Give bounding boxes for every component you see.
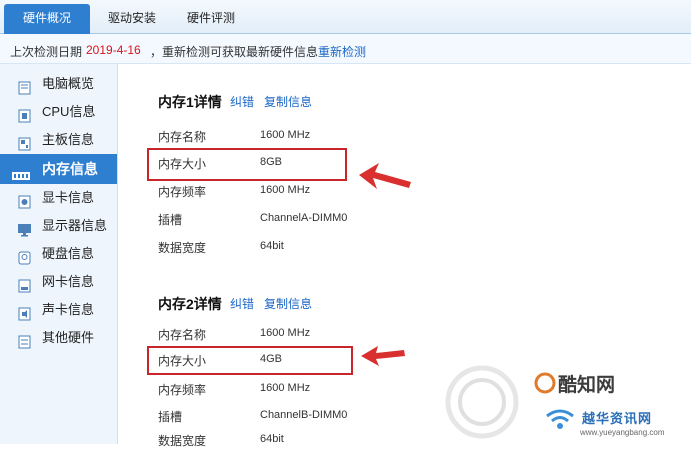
motherboard-icon xyxy=(18,133,31,151)
sidebar-item-other-hardware[interactable]: 其他硬件 xyxy=(0,324,117,352)
row-value: 1600 MHz xyxy=(260,327,311,339)
sidebar-item-label: 其他硬件 xyxy=(42,330,95,345)
other-hardware-icon xyxy=(18,331,31,349)
row-value: 64bit xyxy=(260,240,284,252)
last-check-label: 上次检测日期 xyxy=(10,45,83,59)
sidebar-item-gpu[interactable]: 显卡信息 xyxy=(0,184,117,212)
sidebar-item-label: 硬盘信息 xyxy=(42,246,95,261)
sidebar-item-label: 主板信息 xyxy=(42,132,95,147)
redetect-link[interactable]: 重新检测 xyxy=(318,43,366,60)
watermark-wifi-icon xyxy=(546,409,574,429)
sidebar-item-sound-card[interactable]: 声卡信息 xyxy=(0,296,117,324)
last-check-hint: ，重新检测可获取最新硬件信息 xyxy=(150,45,319,59)
copy-info-link[interactable]: 复制信息 xyxy=(264,93,312,110)
sidebar-item-pc-overview[interactable]: 电脑概览 xyxy=(0,70,117,98)
gpu-icon xyxy=(18,191,31,209)
network-card-icon xyxy=(18,275,31,293)
sidebar-item-network-card[interactable]: 网卡信息 xyxy=(0,268,117,296)
sidebar-item-motherboard[interactable]: 主板信息 xyxy=(0,126,117,154)
section-title: 内存1详情 xyxy=(158,94,222,110)
watermark-url: www.yueyangbang.com xyxy=(580,428,665,437)
row-label: 插槽 xyxy=(158,213,183,227)
highlight-box xyxy=(147,148,347,181)
arrow-left-icon xyxy=(361,346,405,366)
row-label: 内存频率 xyxy=(158,383,207,397)
sidebar-item-label: 内存信息 xyxy=(42,161,98,177)
sidebar-item-label: 显示器信息 xyxy=(42,218,108,233)
sidebar-item-label: 网卡信息 xyxy=(42,274,95,289)
row-value: ChannelB-DIMM0 xyxy=(260,409,348,421)
last-check-bar: 上次检测日期 2019-4-16 ，重新检测可获取最新硬件信息 重新检测 xyxy=(0,34,691,64)
row-label: 内存频率 xyxy=(158,185,207,199)
report-error-link[interactable]: 纠错 xyxy=(230,295,254,312)
report-error-link[interactable]: 纠错 xyxy=(230,93,254,110)
sidebar: 电脑概览 CPU信息 主板信息 内存信息 显卡信息 显示器信息 硬盘信息 网卡信… xyxy=(0,64,118,444)
sidebar-item-disk[interactable]: 硬盘信息 xyxy=(0,240,117,268)
last-check-date: 2019-4-16 xyxy=(86,43,141,57)
row-value: 1600 MHz xyxy=(260,129,311,141)
watermark-logo-icon xyxy=(534,372,556,394)
copy-info-link[interactable]: 复制信息 xyxy=(264,295,312,312)
row-label: 数据宽度 xyxy=(158,241,207,255)
sidebar-item-cpu[interactable]: CPU信息 xyxy=(0,98,117,126)
watermark-circle-icon xyxy=(445,365,519,439)
sound-card-icon xyxy=(18,303,31,321)
row-label: 内存名称 xyxy=(158,328,207,342)
top-tab-bar: 硬件概况 驱动安装 硬件评测 xyxy=(0,0,691,35)
arrow-left-icon xyxy=(359,163,411,189)
display-icon xyxy=(18,219,31,237)
sidebar-item-label: 声卡信息 xyxy=(42,302,95,317)
watermark-text: 酷知网 xyxy=(558,375,616,396)
disk-icon xyxy=(18,247,31,265)
row-value: ChannelA-DIMM0 xyxy=(260,212,348,224)
row-value: 64bit xyxy=(260,433,284,445)
sidebar-item-memory[interactable]: 内存信息 xyxy=(0,154,117,184)
row-value: 1600 MHz xyxy=(260,184,311,196)
watermark-site-name: 越华资讯网 xyxy=(582,411,653,426)
memory-icon xyxy=(12,163,30,180)
watermark: 酷知网 越华资讯网 www.yueyangbang.com xyxy=(434,362,691,444)
cpu-icon xyxy=(18,105,31,123)
tab-hardware-benchmark[interactable]: 硬件评测 xyxy=(172,4,250,34)
row-label: 插槽 xyxy=(158,410,183,424)
tab-hardware-overview[interactable]: 硬件概况 xyxy=(4,4,90,35)
highlight-box xyxy=(147,346,353,375)
row-label: 数据宽度 xyxy=(158,434,207,448)
row-label: 内存名称 xyxy=(158,130,207,144)
row-value: 1600 MHz xyxy=(260,382,311,394)
sidebar-item-label: CPU信息 xyxy=(42,104,96,119)
sidebar-item-label: 显卡信息 xyxy=(42,190,95,205)
tab-driver-install[interactable]: 驱动安装 xyxy=(92,4,172,34)
sidebar-item-display[interactable]: 显示器信息 xyxy=(0,212,117,240)
section-title: 内存2详情 xyxy=(158,296,222,312)
monitor-page-icon xyxy=(18,77,31,95)
sidebar-item-label: 电脑概览 xyxy=(42,76,95,91)
